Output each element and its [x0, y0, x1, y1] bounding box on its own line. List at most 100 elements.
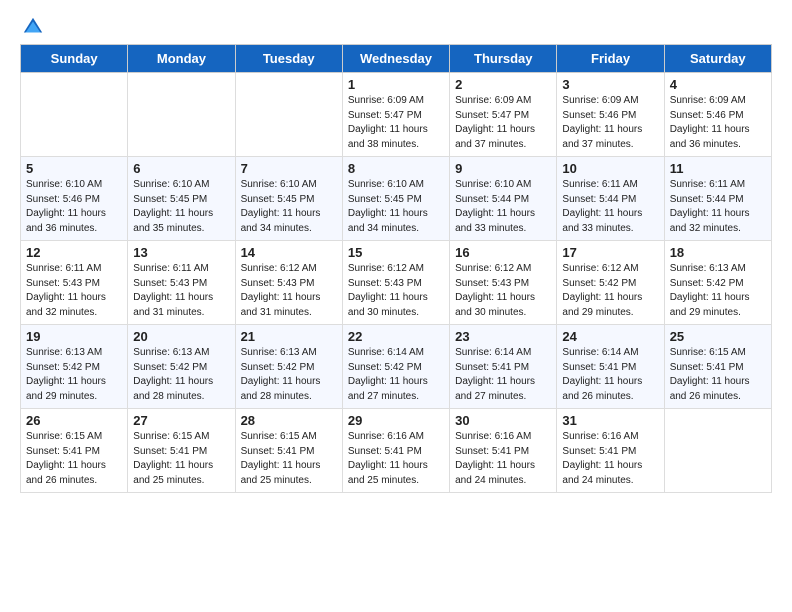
day-info: Sunrise: 6:12 AMSunset: 5:43 PMDaylight:…: [348, 262, 444, 320]
calendar-cell: 11 Sunrise: 6:11 AMSunset: 5:44 PMDayligh…: [664, 157, 771, 241]
calendar-cell: 18 Sunrise: 6:13 AMSunset: 5:42 PMDayligh…: [664, 241, 771, 325]
logo-icon: [22, 16, 44, 38]
day-number: 26: [26, 413, 122, 428]
day-info: Sunrise: 6:14 AMSunset: 5:42 PMDaylight:…: [348, 346, 444, 404]
calendar-day-header: Tuesday: [235, 45, 342, 73]
day-info: Sunrise: 6:09 AMSunset: 5:47 PMDaylight:…: [348, 94, 444, 152]
day-number: 8: [348, 161, 444, 176]
calendar-cell: 3Sunrise: 6:09 AMSunset: 5:46 PMDaylight…: [557, 73, 664, 157]
day-number: 3: [562, 77, 658, 92]
day-info: Sunrise: 6:12 AMSunset: 5:42 PMDaylight:…: [562, 262, 658, 320]
day-number: 13: [133, 245, 229, 260]
day-number: 21: [241, 329, 337, 344]
day-info: Sunrise: 6:15 AMSunset: 5:41 PMDaylight:…: [241, 430, 337, 488]
calendar-cell: [21, 73, 128, 157]
day-info: Sunrise: 6:15 AMSunset: 5:41 PMDaylight:…: [670, 346, 766, 404]
day-info: Sunrise: 6:13 AMSunset: 5:42 PMDaylight:…: [133, 346, 229, 404]
day-number: 15: [348, 245, 444, 260]
day-number: 31: [562, 413, 658, 428]
day-number: 28: [241, 413, 337, 428]
day-number: 30: [455, 413, 551, 428]
day-info: Sunrise: 6:11 AMSunset: 5:44 PMDaylight:…: [670, 178, 766, 236]
day-number: 2: [455, 77, 551, 92]
day-info: Sunrise: 6:16 AMSunset: 5:41 PMDaylight:…: [455, 430, 551, 488]
calendar-cell: [664, 409, 771, 493]
calendar-cell: 16 Sunrise: 6:12 AMSunset: 5:43 PMDayligh…: [450, 241, 557, 325]
calendar-cell: 9 Sunrise: 6:10 AMSunset: 5:44 PMDaylight…: [450, 157, 557, 241]
day-number: 5: [26, 161, 122, 176]
calendar-day-header: Friday: [557, 45, 664, 73]
calendar-week-row: 1 Sunrise: 6:09 AMSunset: 5:47 PMDaylight…: [21, 73, 772, 157]
day-number: 14: [241, 245, 337, 260]
calendar-cell: 8 Sunrise: 6:10 AMSunset: 5:45 PMDaylight…: [342, 157, 449, 241]
calendar-cell: 23 Sunrise: 6:14 AMSunset: 5:41 PMDayligh…: [450, 325, 557, 409]
day-number: 12: [26, 245, 122, 260]
day-info: Sunrise: 6:13 AMSunset: 5:42 PMDaylight:…: [670, 262, 766, 320]
calendar-week-row: 19 Sunrise: 6:13 AMSunset: 5:42 PMDayligh…: [21, 325, 772, 409]
day-info: Sunrise: 6:10 AMSunset: 5:45 PMDaylight:…: [241, 178, 337, 236]
day-number: 27: [133, 413, 229, 428]
day-number: 4: [670, 77, 766, 92]
calendar-day-header: Sunday: [21, 45, 128, 73]
calendar-cell: 26 Sunrise: 6:15 AMSunset: 5:41 PMDayligh…: [21, 409, 128, 493]
day-number: 23: [455, 329, 551, 344]
calendar-cell: 21 Sunrise: 6:13 AMSunset: 5:42 PMDayligh…: [235, 325, 342, 409]
day-info: Sunrise: 6:10 AMSunset: 5:46 PMDaylight:…: [26, 178, 122, 236]
day-info: Sunrise: 6:11 AMSunset: 5:44 PMDaylight:…: [562, 178, 658, 236]
day-number: 18: [670, 245, 766, 260]
calendar-week-row: 5 Sunrise: 6:10 AMSunset: 5:46 PMDaylight…: [21, 157, 772, 241]
calendar-cell: 10 Sunrise: 6:11 AMSunset: 5:44 PMDayligh…: [557, 157, 664, 241]
day-number: 9: [455, 161, 551, 176]
day-info: Sunrise: 6:13 AMSunset: 5:42 PMDaylight:…: [241, 346, 337, 404]
calendar-cell: [235, 73, 342, 157]
day-number: 1: [348, 77, 444, 92]
day-info: Sunrise: 6:10 AMSunset: 5:44 PMDaylight:…: [455, 178, 551, 236]
calendar-cell: 19 Sunrise: 6:13 AMSunset: 5:42 PMDayligh…: [21, 325, 128, 409]
day-number: 19: [26, 329, 122, 344]
calendar-cell: 28 Sunrise: 6:15 AMSunset: 5:41 PMDayligh…: [235, 409, 342, 493]
day-info: Sunrise: 6:16 AMSunset: 5:41 PMDaylight:…: [562, 430, 658, 488]
day-info: Sunrise: 6:15 AMSunset: 5:41 PMDaylight:…: [133, 430, 229, 488]
header: [20, 16, 772, 34]
day-info: Sunrise: 6:13 AMSunset: 5:42 PMDaylight:…: [26, 346, 122, 404]
day-info: Sunrise: 6:09 AMSunset: 5:46 PMDaylight:…: [670, 94, 766, 152]
day-number: 17: [562, 245, 658, 260]
calendar-cell: 5 Sunrise: 6:10 AMSunset: 5:46 PMDaylight…: [21, 157, 128, 241]
calendar-cell: 6 Sunrise: 6:10 AMSunset: 5:45 PMDaylight…: [128, 157, 235, 241]
day-info: Sunrise: 6:15 AMSunset: 5:41 PMDaylight:…: [26, 430, 122, 488]
calendar-cell: 29 Sunrise: 6:16 AMSunset: 5:41 PMDayligh…: [342, 409, 449, 493]
calendar-week-row: 26 Sunrise: 6:15 AMSunset: 5:41 PMDayligh…: [21, 409, 772, 493]
day-info: Sunrise: 6:10 AMSunset: 5:45 PMDaylight:…: [133, 178, 229, 236]
calendar-cell: 22Sunrise: 6:14 AMSunset: 5:42 PMDayligh…: [342, 325, 449, 409]
day-info: Sunrise: 6:12 AMSunset: 5:43 PMDaylight:…: [241, 262, 337, 320]
day-info: Sunrise: 6:14 AMSunset: 5:41 PMDaylight:…: [562, 346, 658, 404]
day-number: 25: [670, 329, 766, 344]
day-info: Sunrise: 6:11 AMSunset: 5:43 PMDaylight:…: [133, 262, 229, 320]
calendar-day-header: Saturday: [664, 45, 771, 73]
day-info: Sunrise: 6:12 AMSunset: 5:43 PMDaylight:…: [455, 262, 551, 320]
calendar-cell: 20Sunrise: 6:13 AMSunset: 5:42 PMDayligh…: [128, 325, 235, 409]
day-number: 29: [348, 413, 444, 428]
day-number: 10: [562, 161, 658, 176]
calendar-cell: 31 Sunrise: 6:16 AMSunset: 5:41 PMDayligh…: [557, 409, 664, 493]
calendar-cell: 1 Sunrise: 6:09 AMSunset: 5:47 PMDaylight…: [342, 73, 449, 157]
day-number: 24: [562, 329, 658, 344]
day-number: 11: [670, 161, 766, 176]
day-info: Sunrise: 6:11 AMSunset: 5:43 PMDaylight:…: [26, 262, 122, 320]
day-info: Sunrise: 6:14 AMSunset: 5:41 PMDaylight:…: [455, 346, 551, 404]
calendar-cell: 17 Sunrise: 6:12 AMSunset: 5:42 PMDayligh…: [557, 241, 664, 325]
day-number: 6: [133, 161, 229, 176]
day-info: Sunrise: 6:10 AMSunset: 5:45 PMDaylight:…: [348, 178, 444, 236]
day-number: 16: [455, 245, 551, 260]
calendar-cell: 2Sunrise: 6:09 AMSunset: 5:47 PMDaylight…: [450, 73, 557, 157]
calendar-cell: 7 Sunrise: 6:10 AMSunset: 5:45 PMDaylight…: [235, 157, 342, 241]
calendar-week-row: 12 Sunrise: 6:11 AMSunset: 5:43 PMDayligh…: [21, 241, 772, 325]
calendar-header-row: SundayMondayTuesdayWednesdayThursdayFrid…: [21, 45, 772, 73]
calendar-table: SundayMondayTuesdayWednesdayThursdayFrid…: [20, 44, 772, 493]
calendar-day-header: Monday: [128, 45, 235, 73]
day-number: 7: [241, 161, 337, 176]
calendar-cell: 14 Sunrise: 6:12 AMSunset: 5:43 PMDayligh…: [235, 241, 342, 325]
calendar-cell: 15 Sunrise: 6:12 AMSunset: 5:43 PMDayligh…: [342, 241, 449, 325]
calendar-cell: 27 Sunrise: 6:15 AMSunset: 5:41 PMDayligh…: [128, 409, 235, 493]
day-info: Sunrise: 6:16 AMSunset: 5:41 PMDaylight:…: [348, 430, 444, 488]
